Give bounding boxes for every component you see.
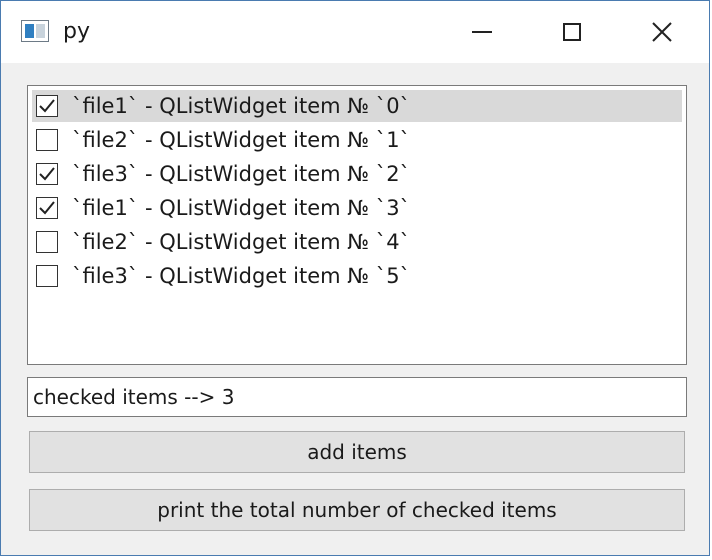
item-checkbox[interactable]: [36, 163, 58, 185]
maximize-icon: [563, 23, 581, 41]
item-checkbox[interactable]: [36, 197, 58, 219]
minimize-icon: [472, 31, 492, 33]
close-icon: [652, 22, 672, 42]
item-label: `file2` - QListWidget item № `1`: [72, 128, 411, 152]
app-window: py `file1` - QListWidget item № `0` `fil…: [0, 0, 710, 556]
print-checked-count-button[interactable]: print the total number of checked items: [29, 489, 685, 531]
minimize-button[interactable]: [437, 1, 527, 63]
window-title: py: [63, 19, 90, 44]
list-item[interactable]: `file1` - QListWidget item № `3`: [32, 192, 682, 224]
list-item[interactable]: `file3` - QListWidget item № `5`: [32, 260, 682, 292]
item-checkbox[interactable]: [36, 265, 58, 287]
item-checkbox[interactable]: [36, 231, 58, 253]
close-button[interactable]: [617, 1, 707, 63]
list-item[interactable]: `file1` - QListWidget item № `0`: [32, 90, 682, 122]
checkmark-icon: [39, 201, 55, 215]
checkmark-icon: [39, 167, 55, 181]
item-label: `file3` - QListWidget item № `5`: [72, 264, 411, 288]
list-item[interactable]: `file2` - QListWidget item № `1`: [32, 124, 682, 156]
app-icon: [21, 20, 49, 42]
list-item[interactable]: `file3` - QListWidget item № `2`: [32, 158, 682, 190]
title-bar[interactable]: py: [1, 1, 709, 63]
item-label: `file1` - QListWidget item № `3`: [72, 196, 411, 220]
item-checkbox[interactable]: [36, 129, 58, 151]
checkmark-icon: [39, 99, 55, 113]
item-checkbox[interactable]: [36, 95, 58, 117]
item-label: `file3` - QListWidget item № `2`: [72, 162, 411, 186]
add-items-button[interactable]: add items: [29, 431, 685, 473]
list-item[interactable]: `file2` - QListWidget item № `4`: [32, 226, 682, 258]
item-label: `file1` - QListWidget item № `0`: [72, 94, 411, 118]
maximize-button[interactable]: [527, 1, 617, 63]
checked-count-field[interactable]: checked items --> 3: [27, 377, 687, 417]
item-label: `file2` - QListWidget item № `4`: [72, 230, 411, 254]
list-widget[interactable]: `file1` - QListWidget item № `0` `file2`…: [27, 85, 687, 365]
